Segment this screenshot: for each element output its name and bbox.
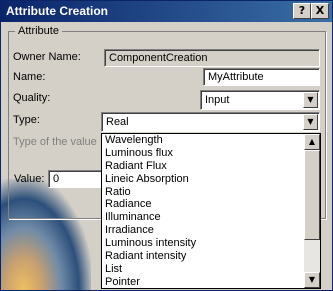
owner-name-value: ComponentCreation: [109, 52, 208, 64]
scroll-up-icon[interactable]: ▲: [304, 134, 320, 150]
title-bar[interactable]: Attribute Creation ? X: [1, 1, 332, 22]
close-button[interactable]: X: [311, 3, 329, 19]
attribute-creation-dialog: Attribute Creation ? X Attribute Owner N…: [0, 0, 333, 291]
type-option[interactable]: Radiance: [102, 198, 303, 211]
name-label: Name:: [13, 71, 46, 83]
type-select[interactable]: Real ▼: [101, 112, 320, 132]
type-option[interactable]: Irradiance: [102, 224, 303, 237]
quality-select[interactable]: Input ▼: [200, 90, 320, 110]
value-label: Value:: [14, 173, 45, 185]
owner-name-field: ComponentCreation: [104, 49, 320, 67]
type-option[interactable]: Luminous flux: [102, 147, 303, 160]
type-option[interactable]: Pointer: [102, 276, 303, 289]
type-label: Type:: [13, 114, 40, 126]
value-input[interactable]: 0: [48, 170, 108, 188]
name-input-value: MyAttribute: [208, 71, 264, 83]
chevron-down-icon[interactable]: ▼: [303, 114, 318, 130]
name-input[interactable]: MyAttribute: [203, 68, 320, 86]
scroll-down-icon[interactable]: ▼: [304, 272, 320, 288]
type-option[interactable]: Radiant Flux: [102, 160, 303, 173]
scrollbar-thumb[interactable]: [304, 150, 320, 240]
type-option[interactable]: Ratio: [102, 186, 303, 199]
chevron-down-icon[interactable]: ▼: [303, 92, 318, 108]
attribute-group-label: Attribute: [15, 25, 62, 37]
type-option[interactable]: Wavelength: [102, 134, 303, 147]
owner-name-label: Owner Name:: [13, 51, 81, 63]
value-input-value: 0: [53, 173, 60, 185]
dropdown-scrollbar[interactable]: ▲ ▼: [304, 134, 320, 288]
type-option[interactable]: Lineic Absorption: [102, 173, 303, 186]
type-option[interactable]: Illuminance: [102, 211, 303, 224]
type-option[interactable]: Luminous intensity: [102, 237, 303, 250]
quality-label: Quality:: [13, 92, 51, 104]
type-of-value-label: Type of the value: [13, 136, 97, 148]
type-options: Wavelength Luminous flux Radiant Flux Li…: [102, 134, 303, 289]
help-button[interactable]: ?: [293, 3, 311, 19]
dialog-title: Attribute Creation: [6, 4, 108, 18]
type-dropdown-list[interactable]: Wavelength Luminous flux Radiant Flux Li…: [101, 133, 321, 289]
type-option[interactable]: List: [102, 263, 303, 276]
quality-selected-value: Input: [205, 94, 230, 106]
type-selected-value: Real: [106, 116, 129, 128]
type-option[interactable]: Radiant intensity: [102, 250, 303, 263]
